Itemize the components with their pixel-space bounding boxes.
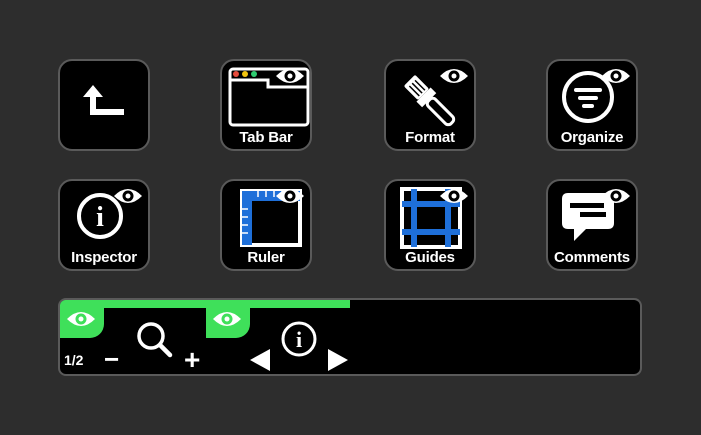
eye-icon — [114, 189, 142, 203]
back-key[interactable] — [58, 59, 150, 151]
eye-icon — [276, 69, 304, 83]
eye-icon — [602, 69, 630, 83]
page-indicator: 1/2 — [64, 352, 84, 368]
eye-icon — [276, 189, 304, 203]
inspector-key[interactable]: i Inspector — [58, 179, 150, 271]
back-arrow-icon — [83, 85, 124, 115]
control-bar: 1/2 − + i — [58, 298, 642, 376]
zoom-out-button[interactable]: − — [104, 344, 119, 374]
svg-text:i: i — [296, 327, 302, 352]
comments-label: Comments — [554, 249, 630, 266]
eye-icon — [213, 312, 241, 326]
guides-label: Guides — [405, 249, 455, 266]
tab-bar-label: Tab Bar — [239, 129, 293, 146]
inspector-label: Inspector — [71, 249, 137, 266]
eye-icon — [440, 189, 468, 203]
magnifier-icon[interactable] — [134, 320, 176, 360]
info-visibility-tab[interactable] — [206, 300, 250, 338]
eye-icon — [440, 69, 468, 83]
zoom-visibility-tab[interactable] — [60, 300, 104, 338]
organize-label: Organize — [560, 129, 624, 146]
previous-arrow-icon[interactable] — [248, 347, 272, 373]
format-label: Format — [405, 129, 455, 146]
eye-icon — [67, 312, 95, 326]
ruler-key[interactable]: Ruler — [220, 179, 312, 271]
next-arrow-icon[interactable] — [326, 347, 350, 373]
eye-icon — [602, 189, 630, 203]
tab-bar-key[interactable]: Tab Bar — [220, 59, 312, 151]
ruler-label: Ruler — [247, 249, 285, 266]
format-key[interactable]: Format — [384, 59, 476, 151]
organize-key[interactable]: Organize — [546, 59, 638, 151]
comments-key[interactable]: Comments — [546, 179, 638, 271]
guides-key[interactable]: Guides — [384, 179, 476, 271]
info-icon[interactable]: i — [280, 320, 318, 358]
svg-text:i: i — [96, 202, 104, 233]
zoom-in-button[interactable]: + — [184, 344, 200, 374]
